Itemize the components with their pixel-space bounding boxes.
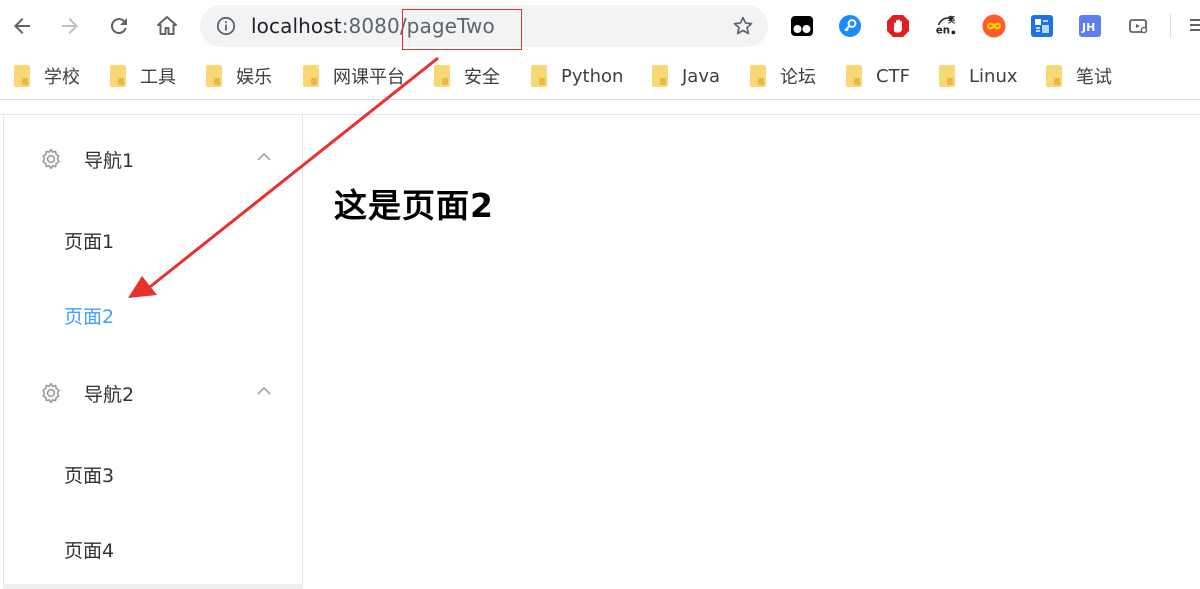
menu-item-page1[interactable]: 页面1 — [64, 227, 114, 254]
bookmark-label: 网课平台 — [333, 67, 405, 88]
folder-icon — [1046, 65, 1062, 87]
toolbar-divider — [1170, 14, 1171, 38]
back-button[interactable] — [6, 10, 38, 42]
gear-icon — [42, 382, 60, 404]
svg-text:JH: JH — [1081, 21, 1095, 34]
chevron-up-icon — [257, 387, 271, 395]
bookmark-folder[interactable]: 论坛 — [750, 63, 816, 89]
bookmark-label: 安全 — [464, 67, 500, 88]
folder-icon — [939, 65, 955, 87]
folder-icon — [110, 65, 126, 87]
arrow-right-icon — [62, 18, 78, 34]
folder-icon — [846, 65, 862, 87]
bookmark-folder[interactable]: CTF — [846, 63, 910, 89]
gear-icon — [42, 148, 60, 170]
bookmark-label: 论坛 — [780, 67, 816, 88]
page-content: 导航1 页面1 页面2 导航2 页面3 页面4 这是页面2 — [0, 114, 1200, 589]
bookmark-label: Python — [561, 65, 624, 87]
translate-icon[interactable]: en 英 — [934, 14, 958, 38]
bookmark-folder[interactable]: Python — [531, 63, 623, 89]
submenu-title-label: 导航1 — [84, 149, 135, 172]
ext-blue-icon[interactable] — [1030, 14, 1054, 38]
adblock-icon[interactable] — [886, 14, 910, 38]
bookmark-folder[interactable]: 工具 — [110, 63, 176, 89]
svg-text:en: en — [936, 25, 950, 36]
submenu-nav1[interactable]: 导航1 — [4, 131, 303, 187]
forward-button[interactable] — [54, 10, 86, 42]
bookmark-label: 工具 — [140, 67, 176, 88]
bookmark-label: Java — [682, 65, 721, 87]
cast-icon[interactable] — [1126, 14, 1150, 38]
url-highlight-box — [402, 9, 522, 50]
bookmark-label: 笔试 — [1076, 67, 1112, 88]
bookmark-label: 娱乐 — [236, 67, 272, 88]
infinity-icon[interactable] — [982, 14, 1006, 38]
reload-button[interactable] — [103, 10, 135, 42]
submenu-nav2[interactable]: 导航2 — [4, 365, 303, 421]
page-heading: 这是页面2 — [334, 186, 494, 225]
main-content: 这是页面2 — [304, 115, 1200, 589]
bookmark-folder[interactable]: Java — [652, 63, 720, 89]
reload-icon — [110, 18, 127, 35]
bookmark-folder[interactable]: 安全 — [434, 63, 500, 89]
jh-icon[interactable]: JH — [1078, 14, 1102, 38]
home-button[interactable] — [151, 10, 183, 42]
svg-text:英: 英 — [947, 15, 956, 24]
browser-toolbar: localhost:8080/pageTwo en 英 JH — [0, 0, 1200, 52]
sidebar-menu: 导航1 页面1 页面2 导航2 页面3 页面4 — [3, 115, 303, 589]
menu-item-page4[interactable]: 页面4 — [64, 536, 114, 563]
key-icon[interactable] — [838, 14, 862, 38]
bookmark-folder[interactable]: Linux — [939, 63, 1018, 89]
bookmark-label: 学校 — [44, 67, 80, 88]
folder-icon — [206, 65, 222, 87]
folder-icon — [652, 65, 668, 87]
tampermonkey-icon[interactable] — [790, 14, 814, 38]
menu-icon[interactable] — [1190, 16, 1200, 36]
bookmark-folder[interactable]: 娱乐 — [206, 63, 272, 89]
folder-icon — [531, 65, 547, 87]
url-host: localhost — [251, 14, 342, 38]
bookmark-label: Linux — [969, 65, 1018, 87]
bookmark-folder[interactable]: 网课平台 — [303, 63, 405, 89]
arrow-left-icon — [14, 18, 30, 34]
submenu-title-label: 导航2 — [84, 383, 135, 406]
bookmark-folder[interactable]: 笔试 — [1046, 63, 1112, 89]
bookmark-star-icon[interactable] — [732, 15, 754, 37]
bookmarks-bar: 学校 工具 娱乐 网课平台 安全 Python Java 论坛 CTF Linu… — [0, 52, 1200, 100]
folder-icon — [750, 65, 766, 87]
folder-icon — [303, 65, 319, 87]
info-icon[interactable] — [216, 16, 236, 36]
bookmark-folder[interactable]: 学校 — [14, 63, 80, 89]
home-icon — [157, 16, 177, 35]
bookmark-label: CTF — [876, 65, 910, 87]
menu-item-page2[interactable]: 页面2 — [64, 302, 114, 329]
sidebar-scrollbar[interactable] — [3, 584, 303, 589]
folder-icon — [434, 65, 450, 87]
menu-item-page3[interactable]: 页面3 — [64, 461, 114, 488]
chevron-up-icon — [257, 153, 271, 161]
folder-icon — [14, 65, 30, 87]
